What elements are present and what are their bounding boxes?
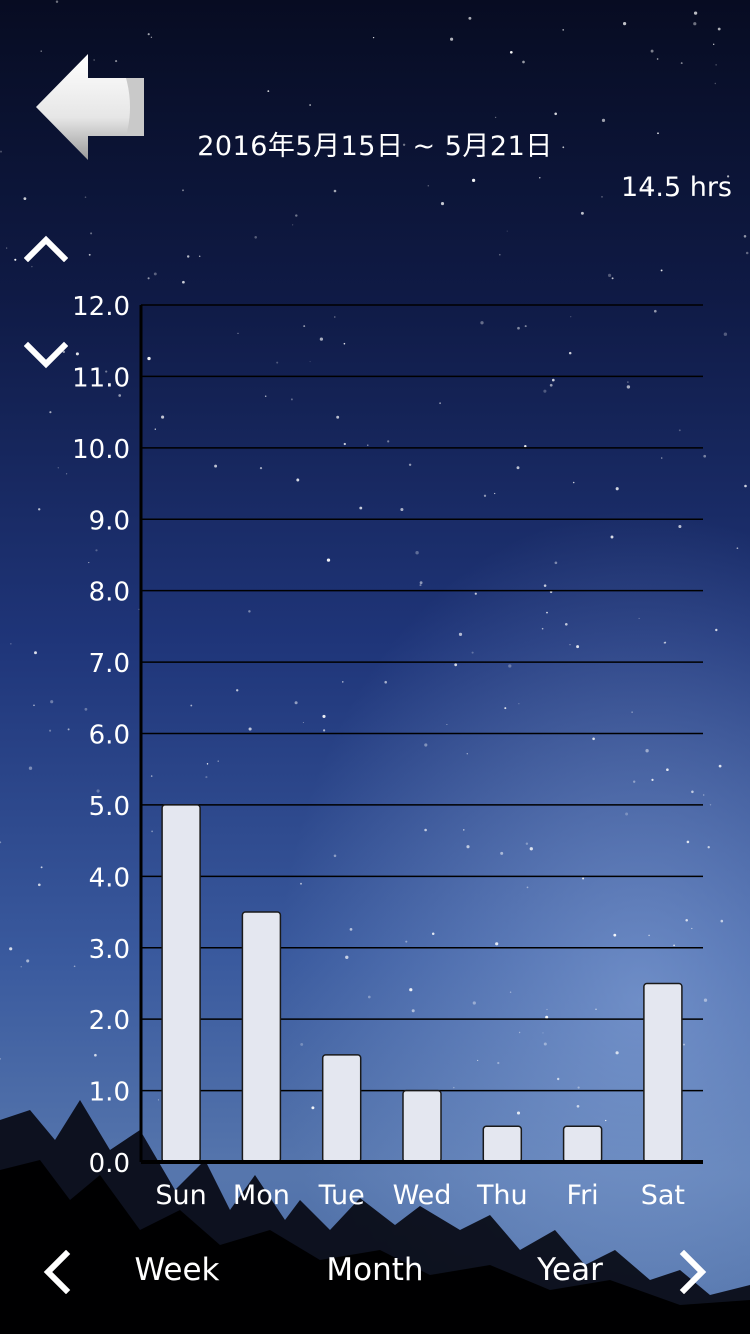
y-tick-label: 3.0 [89,935,130,965]
bar-sat [643,982,683,1163]
y-tick-label: 2.0 [89,1006,130,1036]
bar-mon [241,911,282,1163]
weekly-bar-chart: 0.0 1.0 2.0 3.0 4.0 5.0 6.0 7.0 8.0 9.0 10.0 11.0 12… [72,292,703,1211]
y-tick-label: 0.0 [89,1149,130,1179]
bar-sun [161,804,201,1163]
bar-thu [482,1125,523,1163]
tab-month[interactable]: Month [326,1252,423,1288]
previous-period-button[interactable] [38,1249,74,1295]
bar-fri [562,1125,603,1163]
x-tick-label: Thu [476,1180,528,1211]
y-tick-label: 5.0 [89,792,130,822]
x-tick-label: Wed [393,1180,452,1211]
tab-year[interactable]: Year [537,1252,603,1288]
x-tick-label: Sun [155,1180,206,1211]
y-tick-label: 12.0 [72,292,130,322]
chevron-right-icon [679,1249,707,1295]
tab-week[interactable]: Week [135,1252,220,1288]
chevron-left-icon [43,1249,71,1295]
bar-wed [402,1089,442,1163]
y-tick-label: 11.0 [72,363,130,393]
bar-tue [321,1054,362,1163]
x-tick-label: Mon [233,1180,290,1211]
next-period-button[interactable] [676,1249,712,1295]
y-tick-label: 7.0 [89,649,130,679]
x-tick-label: Fri [567,1180,599,1211]
x-tick-label: Sat [641,1180,685,1211]
x-tick-label: Tue [318,1180,365,1211]
y-tick-label: 4.0 [89,863,130,893]
y-tick-label: 10.0 [72,435,130,465]
y-tick-label: 6.0 [89,721,130,751]
y-tick-label: 9.0 [89,506,130,536]
y-tick-label: 8.0 [89,578,130,608]
y-tick-label: 1.0 [89,1078,130,1108]
